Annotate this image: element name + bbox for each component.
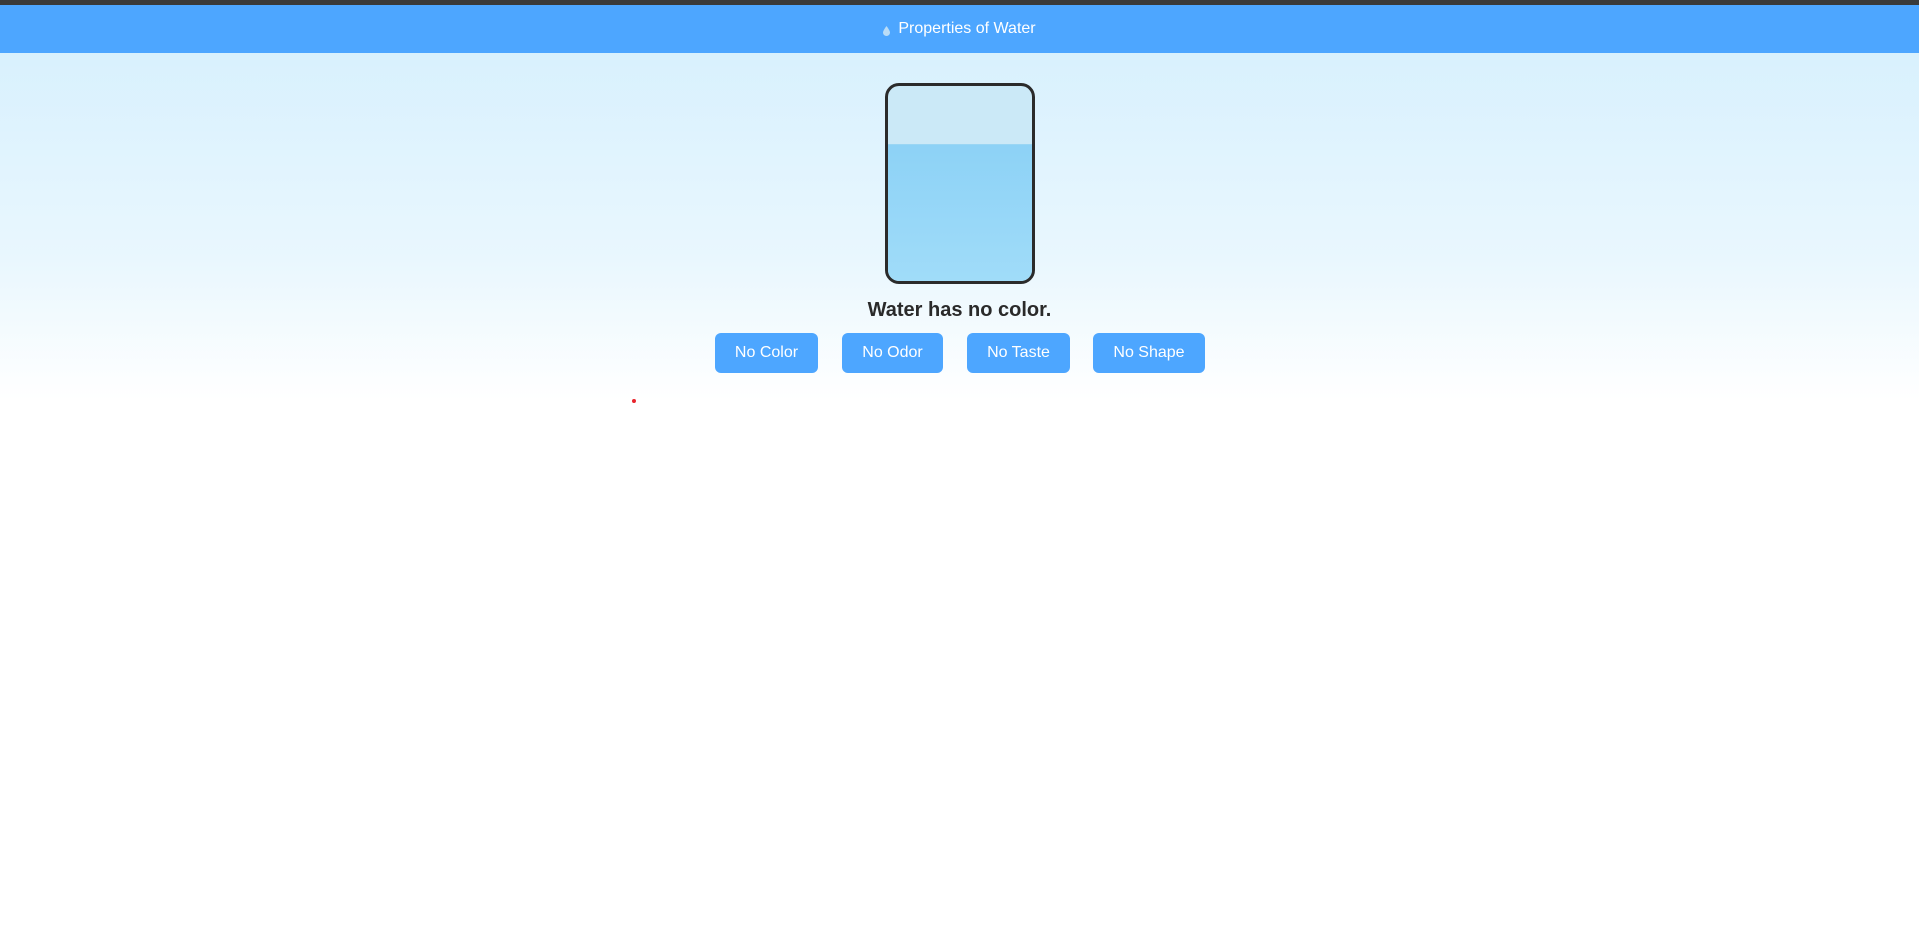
- no-odor-button[interactable]: No Odor: [842, 333, 943, 373]
- property-caption: Water has no color.: [867, 299, 1052, 321]
- no-shape-button[interactable]: No Shape: [1093, 333, 1205, 373]
- no-color-button[interactable]: No Color: [715, 333, 818, 373]
- red-dot-marker: [632, 399, 636, 403]
- no-taste-button[interactable]: No Taste: [967, 333, 1070, 373]
- water-drop-icon: [883, 23, 891, 36]
- page-title: Properties of Water: [898, 20, 1036, 37]
- app-header: Properties of Water: [0, 5, 1919, 53]
- water-glass: [885, 83, 1035, 284]
- water-fill: [888, 143, 1032, 281]
